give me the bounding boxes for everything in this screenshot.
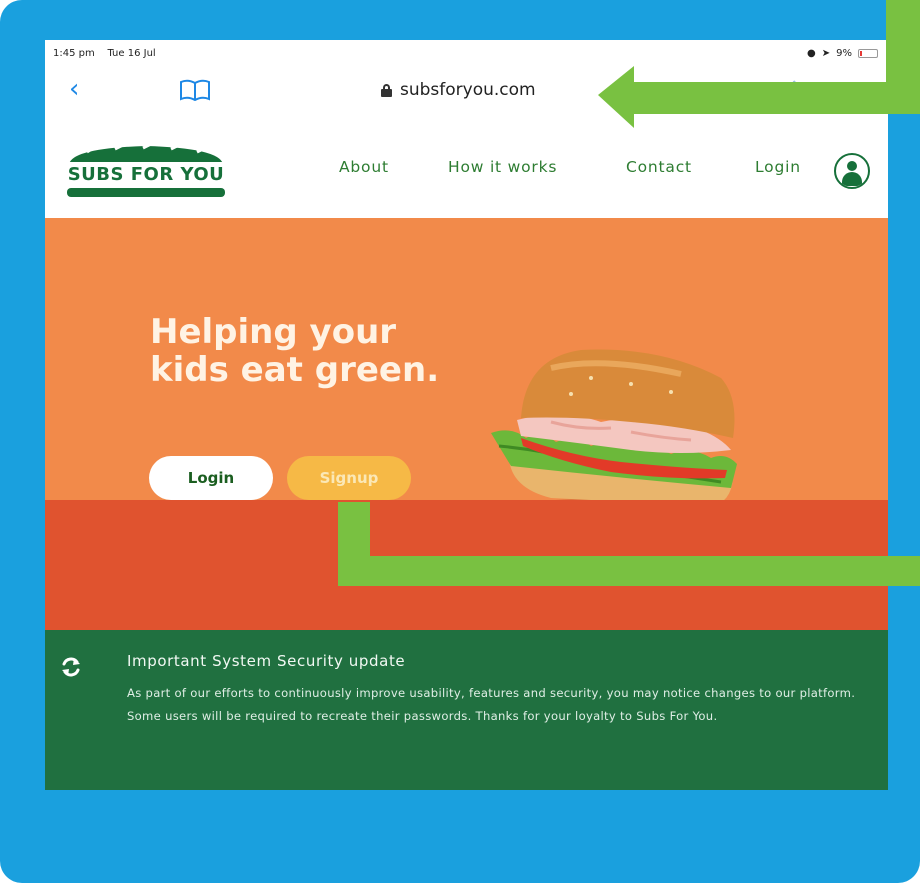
- hero-title: Helping your kids eat green.: [150, 313, 490, 389]
- logo[interactable]: SUBS FOR YOU: [63, 142, 229, 198]
- security-notice: Important System Security update As part…: [45, 630, 888, 790]
- status-date: Tue 16 Jul: [107, 47, 156, 59]
- status-time: 1:45 pm: [53, 47, 95, 59]
- device-frame: 1:45 pm Tue 16 Jul ● ➤ 9% ‹ subsforyou.c…: [0, 0, 920, 883]
- nav-about[interactable]: About: [339, 158, 389, 176]
- hero-title-line1: Helping your: [150, 312, 397, 352]
- nav-how-it-works[interactable]: How it works: [448, 158, 557, 176]
- user-icon[interactable]: [834, 153, 870, 189]
- signup-button[interactable]: Signup: [287, 456, 411, 500]
- arrow-icon: [598, 0, 920, 128]
- chevron-left-icon[interactable]: ‹: [69, 74, 79, 104]
- status-left: 1:45 pm Tue 16 Jul: [53, 48, 156, 59]
- notice-body: As part of our efforts to continuously i…: [127, 686, 856, 723]
- nav-contact[interactable]: Contact: [626, 158, 692, 176]
- notice-title: Important System Security update: [127, 652, 406, 670]
- book-icon[interactable]: [179, 79, 211, 101]
- hero-title-line2: kids eat green.: [150, 350, 440, 390]
- refresh-icon: [62, 657, 80, 677]
- login-button[interactable]: Login: [149, 456, 273, 500]
- arrow-icon: [338, 502, 920, 586]
- hero-section: Helping your kids eat green. Login Signu…: [45, 218, 888, 522]
- url-text: subsforyou.com: [400, 80, 536, 100]
- logo-text: SUBS FOR YOU: [63, 162, 229, 188]
- tablet-screen: 1:45 pm Tue 16 Jul ● ➤ 9% ‹ subsforyou.c…: [45, 40, 888, 790]
- lock-icon: [381, 83, 392, 97]
- address-bar[interactable]: subsforyou.com: [381, 80, 536, 100]
- nav-login[interactable]: Login: [755, 158, 801, 176]
